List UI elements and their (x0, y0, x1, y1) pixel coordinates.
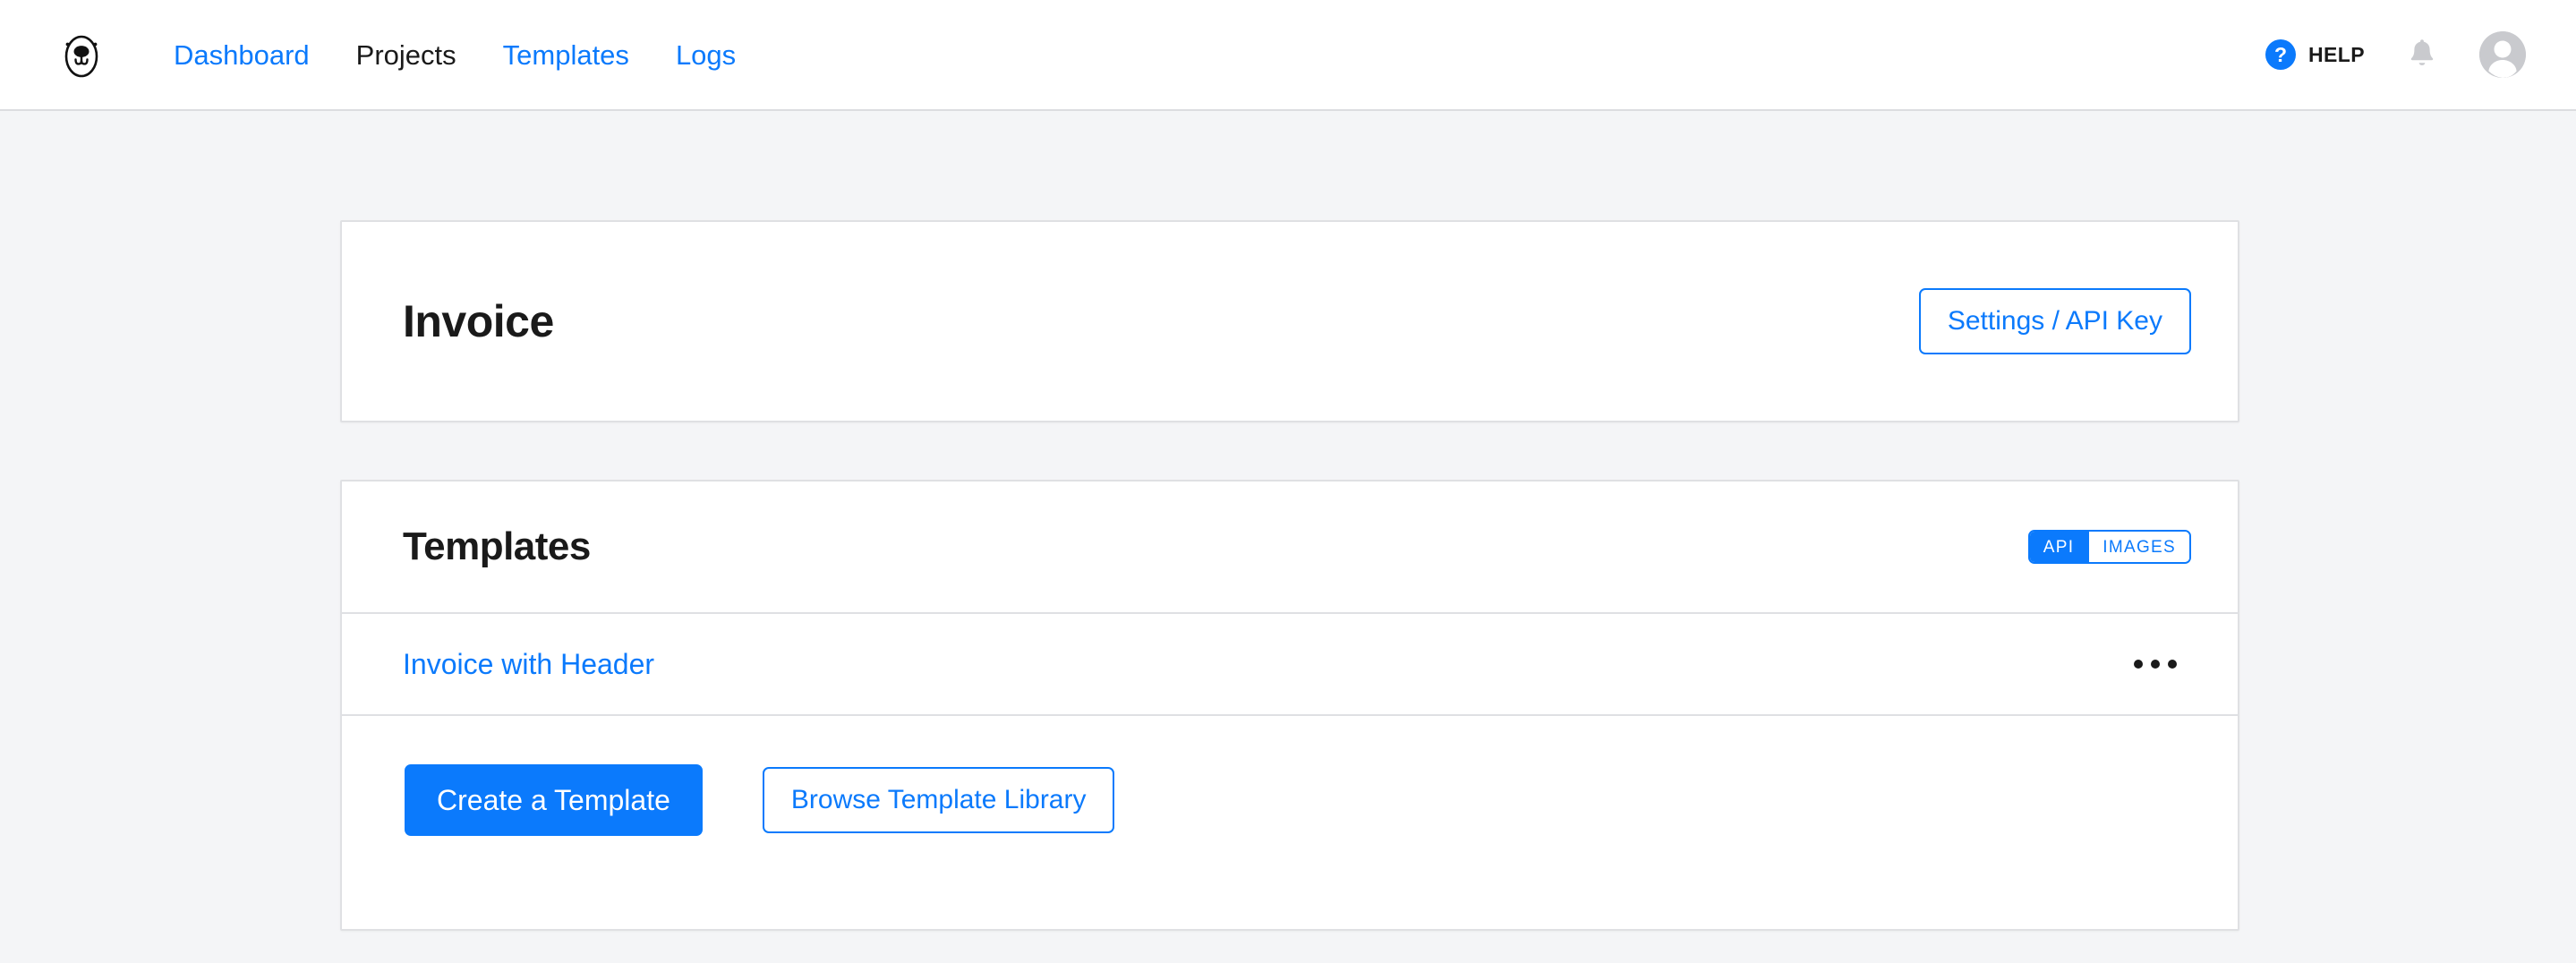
kebab-dot (2151, 660, 2160, 669)
invoice-card-header: Invoice Settings / API Key (342, 222, 2238, 421)
templates-title: Templates (403, 524, 591, 568)
help-question-icon: ? (2265, 39, 2297, 70)
api-images-toggle: API IMAGES (2027, 530, 2191, 564)
browse-template-library-button[interactable]: Browse Template Library (762, 767, 1115, 833)
top-navigation-bar: Dashboard Projects Templates Logs ? HELP (0, 0, 2576, 111)
kebab-dot (2134, 660, 2143, 669)
nav-right-group: ? HELP (2265, 31, 2526, 78)
apitemplate-egg-logo[interactable] (54, 27, 109, 82)
templates-card: Templates API IMAGES Invoice with Header… (340, 480, 2239, 931)
nav-left-group: Dashboard Projects Templates Logs (54, 27, 759, 82)
bell-icon[interactable] (2404, 37, 2440, 72)
help-label: HELP (2308, 42, 2365, 66)
toggle-option-images[interactable]: IMAGES (2089, 532, 2189, 562)
settings-api-key-button[interactable]: Settings / API Key (1918, 288, 2191, 354)
toggle-option-api[interactable]: API (2029, 532, 2088, 562)
user-avatar-icon[interactable] (2479, 31, 2526, 78)
invoice-card: Invoice Settings / API Key (340, 220, 2239, 422)
page-title: Invoice (403, 296, 554, 346)
nav-link-templates[interactable]: Templates (480, 41, 653, 69)
kebab-menu-icon[interactable] (2130, 651, 2180, 678)
help-button[interactable]: ? HELP (2265, 39, 2365, 70)
table-row: Invoice with Header (342, 614, 2238, 714)
nav-link-projects[interactable]: Projects (333, 41, 480, 69)
templates-card-header: Templates API IMAGES (342, 482, 2238, 612)
primary-nav-links: Dashboard Projects Templates Logs (150, 41, 759, 69)
templates-actions: Create a Template Browse Template Librar… (342, 716, 2238, 836)
create-a-template-button[interactable]: Create a Template (405, 764, 703, 836)
template-link-invoice-with-header[interactable]: Invoice with Header (403, 650, 654, 678)
nav-link-dashboard[interactable]: Dashboard (150, 41, 333, 69)
nav-link-logs[interactable]: Logs (653, 41, 759, 69)
kebab-dot (2168, 660, 2177, 669)
